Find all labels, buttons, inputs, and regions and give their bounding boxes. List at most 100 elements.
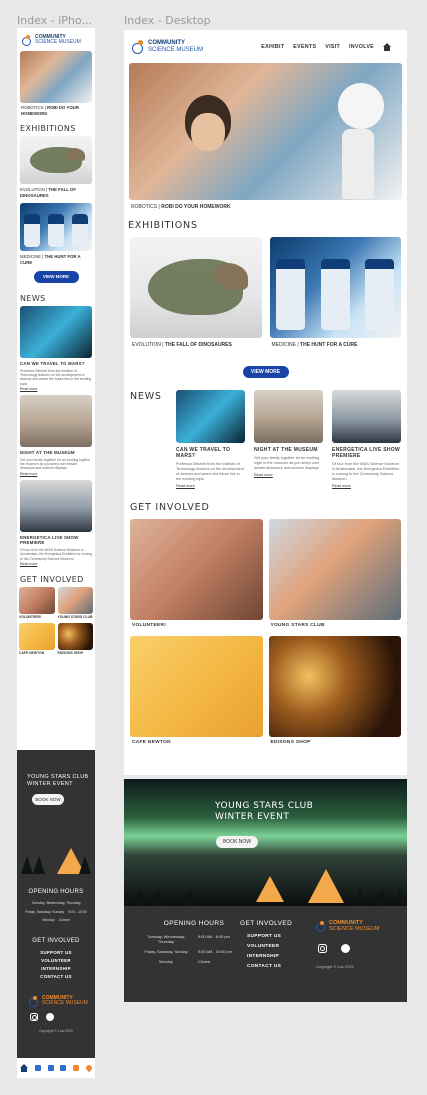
- news-image: [20, 479, 92, 532]
- footer-logo[interactable]: COMMUNITY SCIENCE MUSEUM: [316, 920, 379, 932]
- involved-card[interactable]: YOUNG STARS CLUB: [268, 519, 401, 628]
- desktop-exhibitions: EVOLUTION | THE FALL OF DINOSAURES MEDIC…: [124, 237, 407, 348]
- phone-hours-section: OPENING HOURS Tuesday, Wednesday, Thursd…: [17, 889, 95, 979]
- phone-hero-caption[interactable]: ROBOTICS | ROBI DO YOUR HOMEWORK: [17, 103, 95, 119]
- phone-artboard: COMMUNITY SCIENCE MUSEUM ROBOTICS | ROBI…: [17, 28, 95, 1078]
- news-item[interactable]: CAN WE TRAVEL TO MARS? Professor Mitchel…: [176, 390, 245, 488]
- phone-exhibition-card[interactable]: EVOLUTION | THE FALL OF DINOSAURES: [20, 136, 92, 199]
- support-us-link[interactable]: SUPPORT US: [17, 950, 95, 955]
- contact-us-link[interactable]: CONTACT US: [240, 964, 292, 969]
- phone-news-item[interactable]: NIGHT AT THE MUSEUM Get your family toge…: [20, 395, 92, 476]
- desktop-hero-image[interactable]: [129, 63, 402, 200]
- phone-news-item[interactable]: CAN WE TRAVEL TO MARS? Professor Mitchel…: [20, 306, 92, 391]
- phone-footer-logo[interactable]: COMMUNITY SCIENCE MUSEUM: [17, 982, 95, 1007]
- internship-link[interactable]: INTERNSHIP: [240, 954, 292, 959]
- hours-time: Closed: [58, 918, 70, 923]
- news-item[interactable]: ENERGETICA LIVE SHOW PREMIERE Of tour fr…: [332, 390, 401, 488]
- desktop-header: COMMUNITY SCIENCE MUSEUM EXHIBIT EVENTS V…: [124, 30, 407, 59]
- brand-line2: SCIENCE MUSEUM: [35, 39, 81, 45]
- involved-card[interactable]: VOLUNTEER!: [130, 519, 263, 628]
- museum-logo-icon: [29, 995, 39, 1007]
- phone-exhibition-card[interactable]: MEDICINE | THE HUNT FOR A CURE: [20, 203, 92, 266]
- phone-hero-image[interactable]: [20, 51, 92, 103]
- hours-days: Monday: [159, 959, 173, 964]
- read-more-link[interactable]: Read more: [20, 562, 92, 566]
- phone-tab-bar: [17, 1058, 95, 1078]
- involved-label: CAFE NEWTON: [19, 651, 45, 656]
- read-more-link[interactable]: Read more: [254, 473, 323, 477]
- hero-category: ROBOTICS |: [21, 105, 46, 110]
- volunteer-link[interactable]: VOLUNTEER: [17, 958, 95, 963]
- facebook-icon[interactable]: [341, 944, 350, 953]
- footer-involved-section: GET INVOLVED SUPPORT US VOLUNTEER INTERN…: [240, 920, 292, 974]
- home-icon[interactable]: [383, 42, 391, 51]
- exhibition-card[interactable]: MEDICINE | THE HUNT FOR A CURE: [269, 237, 401, 348]
- read-more-link[interactable]: Read more: [332, 484, 401, 488]
- instagram-icon[interactable]: [318, 944, 327, 953]
- exhibition-card[interactable]: EVOLUTION | THE FALL OF DINOSAURES: [130, 237, 262, 348]
- exhibit-title: THE HUNT FOR A CURE: [300, 342, 358, 348]
- volunteer-link[interactable]: VOLUNTEER: [240, 944, 292, 949]
- facebook-icon[interactable]: [46, 1012, 54, 1021]
- desktop-hero-caption[interactable]: ROBOTICS | ROBI DO YOUR HOMEWORK: [124, 200, 407, 210]
- location-pin-icon[interactable]: [84, 1063, 93, 1073]
- hours-days: Tuesday, Wednesday, Thursday: [147, 934, 185, 944]
- read-more-link[interactable]: Read more: [176, 484, 245, 488]
- support-us-link[interactable]: SUPPORT US: [240, 934, 292, 939]
- desktop-news-heading: NEWS: [130, 391, 162, 402]
- museum-logo-icon[interactable]: [22, 35, 32, 46]
- desktop-news: NEWS CAN WE TRAVEL TO MARS? Professor Mi…: [124, 390, 407, 488]
- involved-card[interactable]: YOUNG STARS CLUB: [57, 587, 93, 621]
- involve-tab-icon[interactable]: [72, 1065, 79, 1071]
- nav-events[interactable]: EVENTS: [293, 44, 316, 50]
- desktop-frame-label: Index - Desktop: [124, 14, 211, 27]
- desktop-view-more-button[interactable]: VIEW MORE: [242, 366, 289, 378]
- phone-header: COMMUNITY SCIENCE MUSEUM: [17, 28, 95, 49]
- nav-involve[interactable]: INVOLVE: [349, 44, 374, 50]
- read-more-link[interactable]: Read more: [20, 387, 92, 391]
- contact-us-link[interactable]: CONTACT US: [17, 974, 95, 979]
- involved-card[interactable]: CAFE NEWTON: [130, 636, 263, 745]
- banner-line2: WINTER EVENT: [215, 812, 290, 822]
- banner-line1: YOUNG STARS CLUB: [27, 774, 89, 780]
- banner-title: YOUNG STARS CLUB WINTER EVENT: [215, 801, 313, 823]
- hours-time: 9:00 AM - 10:00 pm: [198, 949, 232, 954]
- involved-card[interactable]: VOLUNTEER!: [19, 587, 55, 621]
- hours-days: Monday: [42, 918, 55, 923]
- phone-exhibitions-heading: EXHIBITIONS: [20, 124, 76, 133]
- news-title: ENERGETICA LIVE SHOW PREMIERE: [20, 534, 79, 546]
- phone-news-item[interactable]: ENERGETICA LIVE SHOW PREMIERE Of tour fr…: [20, 479, 92, 566]
- main-nav: EXHIBIT EVENTS VISIT INVOLVE: [261, 42, 391, 51]
- hours-days: Tuesday, Wednesday, Thursday: [31, 901, 81, 905]
- involved-label: VOLUNTEER!: [19, 615, 42, 620]
- nav-visit[interactable]: VISIT: [325, 44, 340, 50]
- exhibit-category: MEDICINE |: [271, 342, 299, 348]
- hours-time: 9:00 - 10:00: [68, 909, 87, 914]
- desktop-book-now-button[interactable]: BOOK NOW: [216, 836, 258, 848]
- visit-tab-icon[interactable]: [60, 1065, 67, 1071]
- news-item[interactable]: NIGHT AT THE MUSEUM Get your family toge…: [254, 390, 323, 488]
- read-more-link[interactable]: Read more: [20, 472, 92, 476]
- desktop-involved-heading: GET INVOLVED: [130, 502, 210, 514]
- phone-frame-label: Index - iPho...: [17, 14, 92, 27]
- desktop-logo[interactable]: COMMUNITY SCIENCE MUSEUM: [132, 40, 203, 54]
- instagram-icon[interactable]: [30, 1012, 38, 1021]
- phone-book-now-button[interactable]: BOOK NOW: [32, 794, 64, 805]
- events-tab-icon[interactable]: [47, 1065, 54, 1071]
- phone-view-more-button[interactable]: VIEW MORE: [33, 271, 79, 283]
- news-image: [20, 306, 92, 358]
- involved-card[interactable]: EDISONS SHOP: [57, 623, 93, 657]
- desktop-involved-grid: VOLUNTEER! YOUNG STARS CLUB CAFE NEWTON …: [124, 519, 407, 745]
- desktop-footer: OPENING HOURS Tuesday, Wednesday, Thursd…: [124, 906, 407, 1002]
- exhibit-tab-icon[interactable]: [34, 1065, 41, 1071]
- news-image: [20, 395, 92, 448]
- involved-label: CAFE NEWTON: [132, 740, 171, 746]
- home-icon[interactable]: [20, 1064, 29, 1072]
- banner-line2: WINTER EVENT: [27, 781, 73, 787]
- internship-link[interactable]: INTERNSHIP: [17, 966, 95, 971]
- involved-card[interactable]: CAFE NEWTON: [19, 623, 55, 657]
- nav-exhibit[interactable]: EXHIBIT: [261, 44, 284, 50]
- brand-line1: COMMUNITY: [148, 40, 185, 46]
- phone-logo-text[interactable]: COMMUNITY SCIENCE MUSEUM: [35, 35, 81, 45]
- involved-card[interactable]: EDISONS SHOP: [268, 636, 401, 745]
